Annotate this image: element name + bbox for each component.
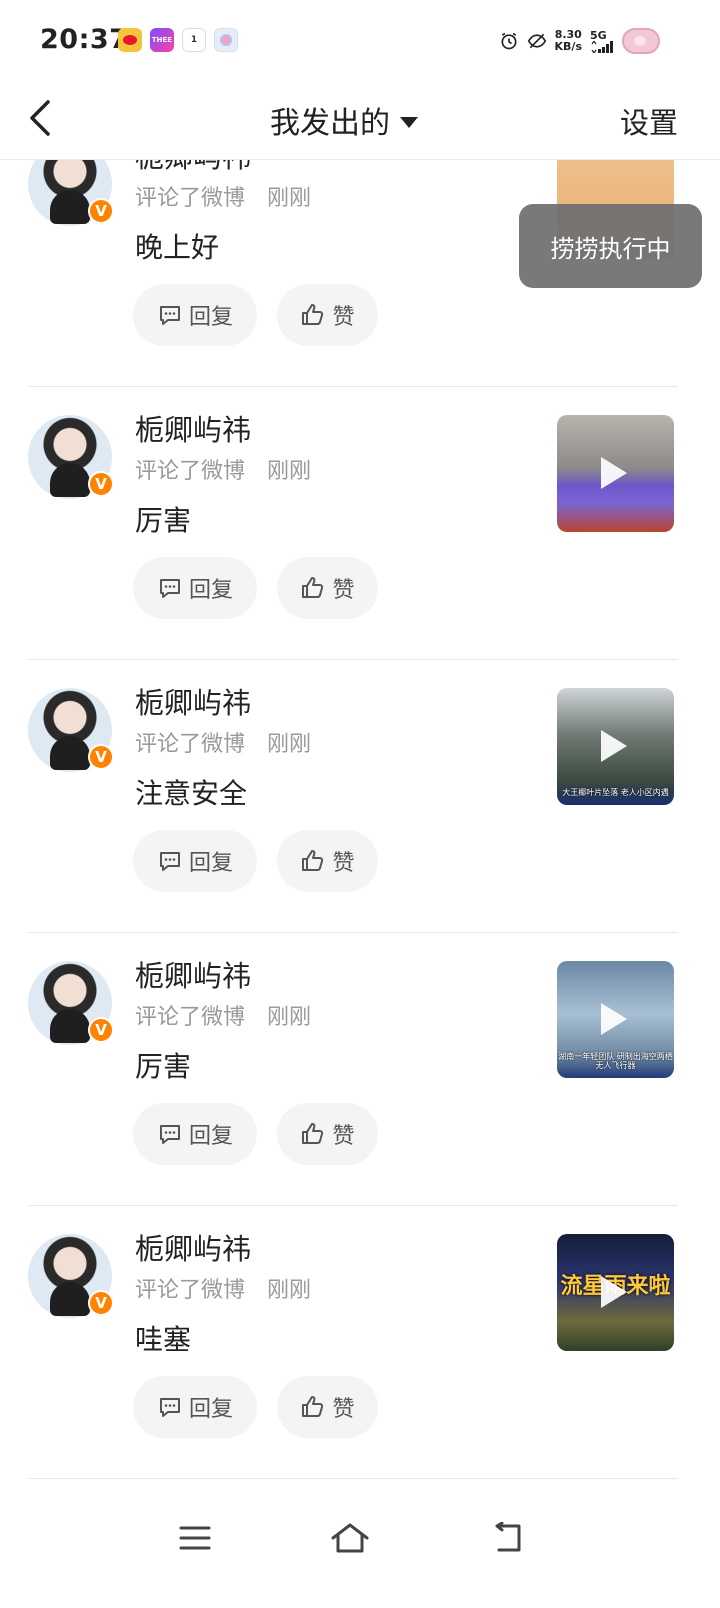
play-icon <box>601 1276 627 1308</box>
comment-icon <box>159 1398 180 1417</box>
page-title-dropdown[interactable]: 我发出的 <box>270 98 418 142</box>
item-meta: 评论了微博 刚刚 <box>135 732 312 757</box>
thumbs-up-icon <box>302 1396 324 1417</box>
home-button[interactable] <box>320 1508 380 1568</box>
play-icon <box>601 730 627 762</box>
comment-icon <box>159 306 180 325</box>
divider <box>28 1478 678 1479</box>
back-arrow-icon[interactable] <box>22 98 62 138</box>
settings-button[interactable]: 设置 <box>620 100 678 142</box>
reply-button[interactable]: 回复 <box>133 830 257 892</box>
video-thumbnail[interactable]: 流星雨来啦 <box>557 1234 674 1351</box>
user-name[interactable]: 栀卿屿祎 <box>135 953 251 995</box>
back-icon <box>495 1522 521 1552</box>
avatar[interactable]: V <box>28 961 114 1045</box>
avatar[interactable]: V <box>28 688 114 772</box>
menu-icon <box>179 1526 211 1550</box>
notification-app-icons: THEE 1 <box>118 28 238 52</box>
comment-content[interactable]: 厉害 <box>135 499 191 539</box>
thumbnail-caption: 大王椰叶片坠落 老人小区内遇 <box>562 788 669 797</box>
status-time: 20:37 <box>40 24 129 55</box>
item-meta: 评论了微博 刚刚 <box>135 1005 312 1030</box>
caret-down-icon <box>400 116 418 128</box>
weibo-icon <box>118 28 142 52</box>
user-name[interactable]: 栀卿屿祎 <box>135 407 251 449</box>
like-button[interactable]: 赞 <box>277 830 378 892</box>
toast-message: 捞捞执行中 <box>519 204 702 288</box>
home-icon <box>331 1523 369 1553</box>
like-button[interactable]: 赞 <box>277 1103 378 1165</box>
list-item: V 栀卿屿祎 评论了微博 刚刚 哇塞 回复 赞 流星雨来啦 <box>0 1206 720 1479</box>
comment-content[interactable]: 晚上好 <box>135 226 219 266</box>
signal-indicator: 5G <box>590 30 614 53</box>
thumbs-up-icon <box>302 1123 324 1144</box>
verified-badge: V <box>88 471 114 497</box>
comment-feed[interactable]: V 栀卿屿祎 评论了微博刚刚 晚上好 回复 赞 V 栀卿屿祎 评论了微博刚刚 厉… <box>0 160 720 1488</box>
like-button[interactable]: 赞 <box>277 1376 378 1438</box>
battery-icon <box>622 28 660 54</box>
status-indicators: 8.30 KB/s 5G <box>499 28 660 54</box>
comment-content[interactable]: 厉害 <box>135 1045 191 1085</box>
comment-icon <box>159 579 180 598</box>
comment-icon <box>159 1125 180 1144</box>
alarm-icon <box>501 32 517 50</box>
list-item: V 栀卿屿祎 评论了微博 刚刚 厉害 回复 赞 <box>0 387 720 660</box>
signal-icon <box>591 40 613 53</box>
verified-badge: V <box>88 1017 114 1043</box>
user-name[interactable]: 栀卿屿祎 <box>135 160 251 176</box>
like-button[interactable]: 赞 <box>277 557 378 619</box>
flower-app-icon <box>214 28 238 52</box>
avatar[interactable]: V <box>28 1234 114 1318</box>
reply-button[interactable]: 回复 <box>133 284 257 346</box>
item-meta: 评论了微博 刚刚 <box>135 459 312 484</box>
item-meta: 评论了微博 刚刚 <box>135 1278 312 1303</box>
network-speed: 8.30 KB/s <box>554 28 582 53</box>
page-title: 我发出的 <box>270 106 390 141</box>
avatar[interactable]: V <box>28 415 114 499</box>
like-button[interactable]: 赞 <box>277 284 378 346</box>
top-navigation: 我发出的 设置 <box>0 80 720 160</box>
one-app-icon: 1 <box>182 28 206 52</box>
eye-off-icon <box>527 33 546 49</box>
thumbs-up-icon <box>302 850 324 871</box>
reply-button[interactable]: 回复 <box>133 1376 257 1438</box>
user-name[interactable]: 栀卿屿祎 <box>135 680 251 722</box>
video-thumbnail[interactable]: 湖南一年轻团队 研制出海空两栖无人飞行器 <box>557 961 674 1078</box>
item-meta: 评论了微博 刚刚 <box>135 186 312 211</box>
thumbs-up-icon <box>302 577 324 598</box>
comment-icon <box>159 852 180 871</box>
verified-badge: V <box>88 1290 114 1316</box>
status-bar: 20:37 THEE 1 8.30 KB/s 5G <box>0 0 720 80</box>
back-button[interactable] <box>478 1508 538 1568</box>
system-navigation-bar <box>0 1488 720 1608</box>
comment-content[interactable]: 注意安全 <box>135 772 247 812</box>
thumbs-up-icon <box>302 304 324 325</box>
user-name[interactable]: 栀卿屿祎 <box>135 1226 251 1268</box>
verified-badge: V <box>88 198 114 224</box>
thee-app-icon: THEE <box>150 28 174 52</box>
play-icon <box>601 457 627 489</box>
video-thumbnail[interactable]: 大王椰叶片坠落 老人小区内遇 <box>557 688 674 805</box>
reply-button[interactable]: 回复 <box>133 557 257 619</box>
play-icon <box>601 1003 627 1035</box>
reply-button[interactable]: 回复 <box>133 1103 257 1165</box>
list-item: V 栀卿屿祎 评论了微博 刚刚 厉害 回复 赞 湖南一年轻团队 研制出海空两栖无人… <box>0 933 720 1206</box>
thumbnail-caption: 湖南一年轻团队 研制出海空两栖无人飞行器 <box>558 1052 673 1070</box>
menu-button[interactable] <box>165 1508 225 1568</box>
verified-badge: V <box>88 744 114 770</box>
list-item: V 栀卿屿祎 评论了微博 刚刚 注意安全 回复 赞 大王椰叶片坠落 老人小区内遇 <box>0 660 720 933</box>
comment-content[interactable]: 哇塞 <box>135 1318 191 1358</box>
avatar[interactable]: V <box>28 160 114 226</box>
video-thumbnail[interactable] <box>557 415 674 532</box>
